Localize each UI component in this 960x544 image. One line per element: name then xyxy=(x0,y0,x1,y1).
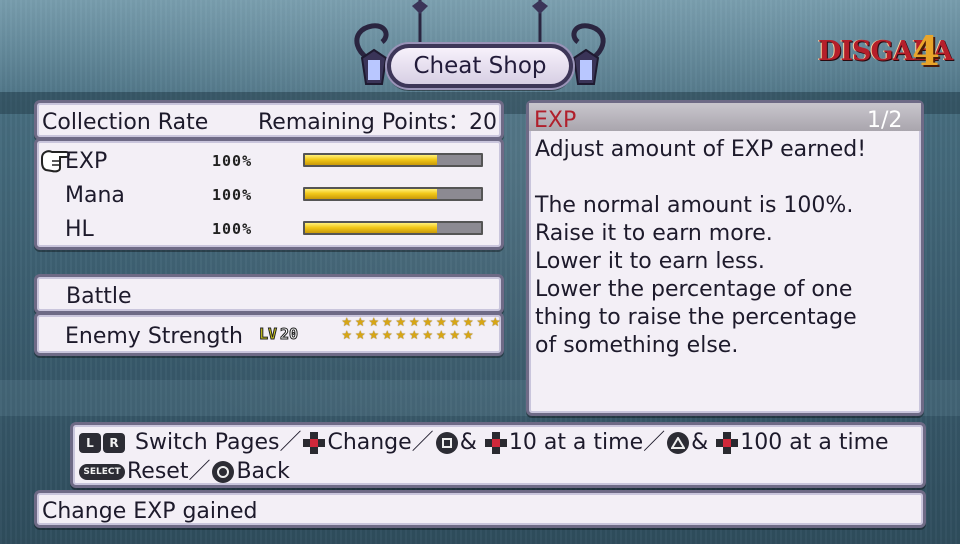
collection-item-label: EXP xyxy=(65,149,108,174)
star-icon: ★ xyxy=(354,328,366,342)
collection-item-percent: 100% xyxy=(212,220,253,238)
description-title: EXP xyxy=(534,108,577,133)
status-panel: Change EXP gained xyxy=(34,490,926,528)
star-icon: ★ xyxy=(476,315,488,329)
controls-help-panel: L R Switch Pages／ Change／ & 10 at a time… xyxy=(70,422,926,488)
description-line: Lower the percentage of one xyxy=(535,277,853,302)
page-title: Cheat Shop xyxy=(413,53,547,79)
select-button-icon: SELECT xyxy=(79,464,125,480)
logo-number: 4 xyxy=(912,28,940,75)
game-logo: DISGAEA 4 xyxy=(812,26,953,84)
collection-item-bar-fill xyxy=(305,223,437,233)
star-icon: ★ xyxy=(381,328,393,342)
remaining-points-label: Remaining Points： xyxy=(258,110,470,135)
ten-at-a-time-text: 10 at a time／ xyxy=(508,430,666,455)
remaining-points-value: 20 xyxy=(469,110,497,135)
collection-item-exp[interactable]: EXP 100% xyxy=(37,141,501,175)
triangle-button-icon xyxy=(667,432,690,454)
controls-line-2: SELECT Reset／ Back xyxy=(79,461,290,483)
star-icon: ★ xyxy=(368,328,380,342)
collection-item-hl[interactable]: HL 100% xyxy=(37,209,501,243)
dpad-icon xyxy=(716,432,739,454)
collection-item-label: HL xyxy=(65,217,94,242)
description-panel: EXP 1/2 Adjust amount of EXP earned! The… xyxy=(526,100,924,416)
level-label: LV xyxy=(258,325,278,344)
level-value: 20 xyxy=(279,325,299,344)
battle-header-panel: Battle xyxy=(34,274,504,314)
title-plaque: Cheat Shop xyxy=(387,44,573,88)
description-line: Lower it to earn less. xyxy=(535,249,765,274)
collection-item-bar-fill xyxy=(305,155,437,165)
dpad-icon xyxy=(484,432,507,454)
star-icon: ★ xyxy=(395,328,407,342)
circle-button-icon xyxy=(212,461,235,483)
description-line: Raise it to earn more. xyxy=(535,221,773,246)
collection-item-label: Mana xyxy=(65,183,125,208)
star-icon: ★ xyxy=(462,328,474,342)
star-icon: ★ xyxy=(422,328,434,342)
r-button-icon: R xyxy=(103,433,125,453)
collection-item-percent: 100% xyxy=(212,186,253,204)
description-line: Adjust amount of EXP earned! xyxy=(535,137,867,162)
description-page-indicator: 1/2 xyxy=(867,108,903,133)
enemy-strength-label: Enemy Strength xyxy=(65,324,243,349)
collection-item-mana[interactable]: Mana 100% xyxy=(37,175,501,209)
battle-label: Battle xyxy=(66,284,132,309)
description-line: thing to raise the percentage xyxy=(535,305,857,330)
dpad-icon xyxy=(303,432,326,454)
square-button-icon xyxy=(435,432,458,454)
reset-text: Reset／ xyxy=(127,459,211,484)
controls-line-1: L R Switch Pages／ Change／ & 10 at a time… xyxy=(79,432,889,454)
collection-header-panel: Collection Rate Remaining Points： 20 xyxy=(34,100,504,140)
back-text: Back xyxy=(236,459,290,484)
enemy-strength-stars: ★ ★ ★ ★ ★ ★ ★ ★ ★ ★ ★ ★ ★ ★ ★ ★ ★ ★ ★ ★ ★ ★ xyxy=(340,316,502,342)
description-header-bar xyxy=(529,103,921,131)
hundred-at-a-time-text: 100 at a time xyxy=(740,430,889,455)
star-icon: ★ xyxy=(341,328,353,342)
star-icon: ★ xyxy=(408,328,420,342)
collection-rate-label: Collection Rate xyxy=(42,110,209,135)
collection-item-bar-fill xyxy=(305,189,437,199)
collection-items-panel: EXP 100% Mana 100% HL 100% xyxy=(34,138,504,250)
star-icon: ★ xyxy=(435,328,447,342)
change-text: Change／ xyxy=(327,430,434,455)
star-icon: ★ xyxy=(449,328,461,342)
ampersand-text: & xyxy=(691,430,709,455)
l-button-icon: L xyxy=(79,433,101,453)
collection-item-bar xyxy=(303,221,483,235)
description-line: The normal amount is 100%. xyxy=(535,193,854,218)
switch-pages-text: Switch Pages／ xyxy=(135,430,302,455)
star-icon: ★ xyxy=(489,315,501,329)
ampersand-text: & xyxy=(459,430,477,455)
collection-item-bar xyxy=(303,187,483,201)
collection-item-bar xyxy=(303,153,483,167)
description-line xyxy=(535,167,866,195)
description-body: Adjust amount of EXP earned! The normal … xyxy=(535,139,866,363)
status-message: Change EXP gained xyxy=(42,499,258,524)
title-sign: Cheat Shop xyxy=(342,0,618,110)
collection-item-percent: 100% xyxy=(212,152,253,170)
description-line: of something else. xyxy=(535,333,739,358)
